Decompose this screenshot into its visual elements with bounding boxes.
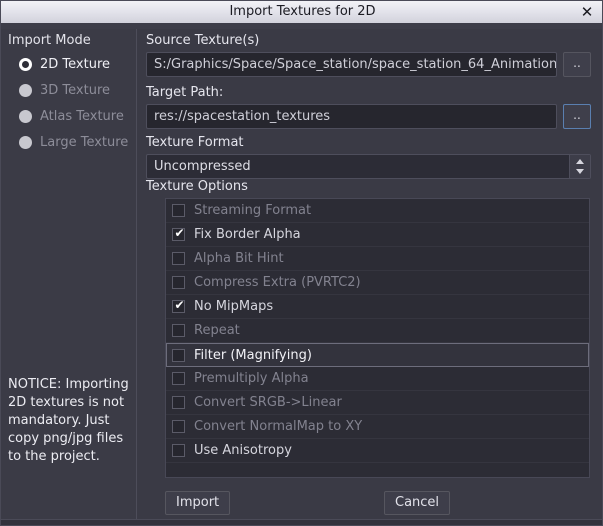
radio-large-texture[interactable]: Large Texture <box>19 131 128 153</box>
texture-format-select[interactable]: Uncompressed <box>146 154 591 179</box>
title-bar: Import Textures for 2D ✕ <box>1 1 602 24</box>
source-texture-input[interactable]: S:/Graphics/Space/Space_station/space_st… <box>146 52 557 77</box>
radio-label: 2D Texture <box>40 56 111 72</box>
option-row[interactable]: Convert NormalMap to XY <box>166 415 589 439</box>
option-row[interactable]: Repeat <box>166 319 589 343</box>
settings-pane: Source Texture(s) S:/Graphics/Space/Spac… <box>138 29 602 525</box>
option-row[interactable]: Fix Border Alpha <box>166 223 589 247</box>
option-row[interactable]: Use Anisotropy <box>166 439 589 463</box>
option-row[interactable]: Alpha Bit Hint <box>166 247 589 271</box>
option-label: Use Anisotropy <box>194 443 292 458</box>
radio-indicator-icon <box>19 57 32 71</box>
source-texture-label: Source Texture(s) <box>146 33 260 48</box>
checkbox-checked-icon[interactable] <box>172 298 186 313</box>
notice-text: NOTICE: Importing 2D textures is not man… <box>8 377 129 464</box>
checkbox-unchecked-icon[interactable] <box>172 396 185 409</box>
texture-options-label: Texture Options <box>146 179 248 194</box>
target-path-input[interactable]: res://spacestation_textures <box>146 104 557 129</box>
option-label: Fix Border Alpha <box>194 227 301 242</box>
option-row[interactable]: Premultiply Alpha <box>166 367 589 391</box>
option-label: Streaming Format <box>194 203 312 218</box>
radio-3d-texture[interactable]: 3D Texture <box>19 79 110 101</box>
option-row[interactable]: Convert SRGB->Linear <box>166 391 589 415</box>
close-icon[interactable]: ✕ <box>574 1 600 23</box>
option-row[interactable]: Compress Extra (PVRTC2) <box>166 271 589 295</box>
radio-2d-texture[interactable]: 2D Texture <box>19 53 110 75</box>
radio-label: Atlas Texture <box>40 108 124 124</box>
checkbox-unchecked-icon[interactable] <box>172 204 185 217</box>
option-row[interactable]: Streaming Format <box>166 199 589 223</box>
checkbox-unchecked-icon[interactable] <box>172 348 185 362</box>
chevron-updown-icon <box>569 155 590 178</box>
texture-format-value: Uncompressed <box>154 159 251 174</box>
radio-indicator-icon <box>19 135 32 149</box>
checkbox-unchecked-icon[interactable] <box>172 276 185 289</box>
option-label: Convert SRGB->Linear <box>194 395 342 410</box>
radio-indicator-icon <box>19 109 32 123</box>
option-label: Repeat <box>194 323 240 338</box>
source-browse-button[interactable]: .. <box>563 52 591 77</box>
target-path-label: Target Path: <box>146 85 224 100</box>
import-mode-heading: Import Mode <box>8 33 91 48</box>
radio-label: 3D Texture <box>40 82 111 98</box>
checkbox-unchecked-icon[interactable] <box>172 420 185 433</box>
cancel-button[interactable]: Cancel <box>384 491 451 515</box>
checkbox-unchecked-icon[interactable] <box>172 252 185 265</box>
window-bottom-strip <box>1 519 602 525</box>
import-textures-dialog: Import Textures for 2D ✕ Import Mode 2D … <box>0 0 603 526</box>
target-browse-button[interactable]: .. <box>563 104 591 129</box>
radio-atlas-texture[interactable]: Atlas Texture <box>19 105 124 127</box>
option-label: Premultiply Alpha <box>194 371 309 386</box>
option-row[interactable]: Filter (Magnifying) <box>166 343 589 367</box>
option-row[interactable]: No MipMaps <box>166 295 589 319</box>
texture-format-label: Texture Format <box>146 135 244 150</box>
option-label: No MipMaps <box>194 299 274 314</box>
radio-indicator-icon <box>19 83 32 97</box>
option-label: Filter (Magnifying) <box>194 347 312 363</box>
checkbox-checked-icon[interactable] <box>172 226 186 241</box>
dialog-body: Import Mode 2D Texture 3D Texture Atlas … <box>1 29 602 525</box>
texture-options-list[interactable]: Streaming Format Fix Border Alpha Alpha Bi… <box>165 198 590 478</box>
radio-label: Large Texture <box>40 134 129 150</box>
option-label: Compress Extra (PVRTC2) <box>194 275 361 290</box>
import-mode-sidebar: Import Mode 2D Texture 3D Texture Atlas … <box>1 29 137 525</box>
checkbox-unchecked-icon[interactable] <box>172 372 185 385</box>
window-title: Import Textures for 2D <box>229 4 376 19</box>
option-label: Convert NormalMap to XY <box>194 419 363 434</box>
checkbox-unchecked-icon[interactable] <box>172 324 185 337</box>
checkbox-unchecked-icon[interactable] <box>172 444 185 457</box>
option-label: Alpha Bit Hint <box>194 251 284 266</box>
import-button[interactable]: Import <box>165 491 231 515</box>
